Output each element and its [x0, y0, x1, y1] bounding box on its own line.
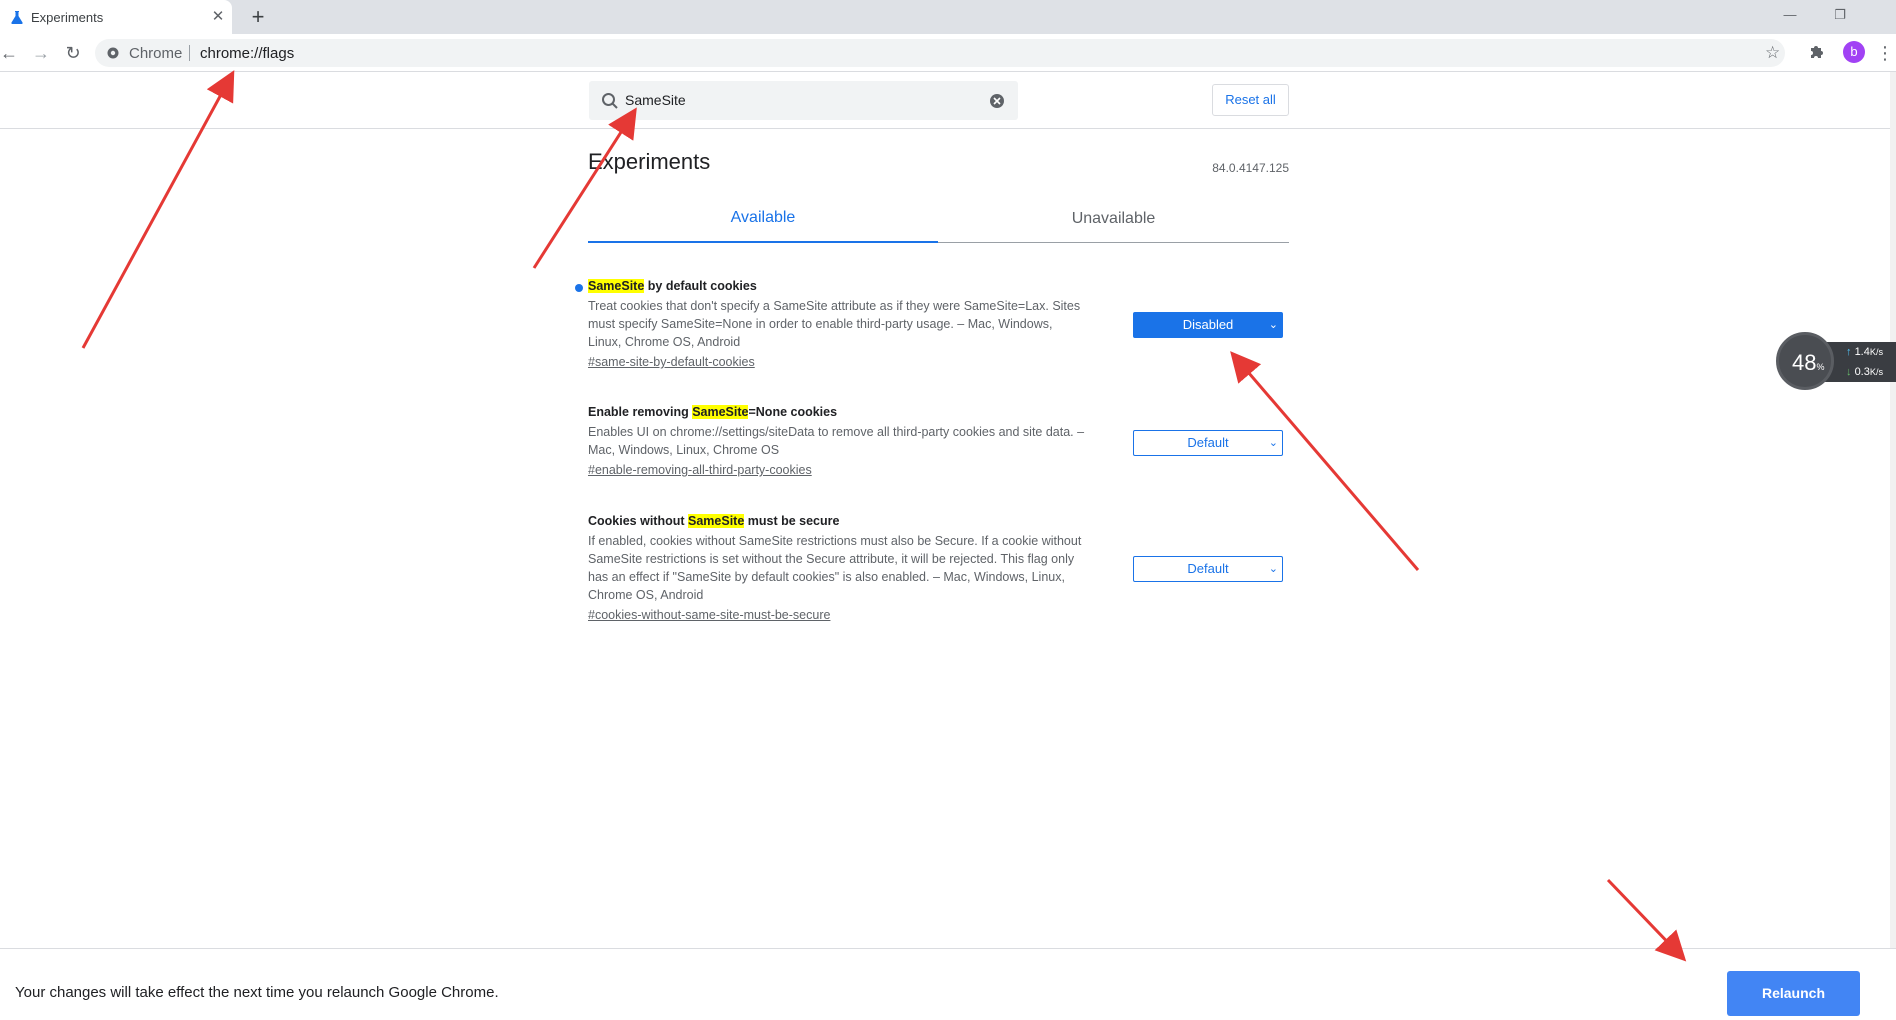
annotation-arrow-relaunch — [1606, 878, 1687, 962]
flag-description: Enables UI on chrome://settings/siteData… — [588, 425, 1085, 457]
chevron-down-icon: ⌄ — [1268, 563, 1278, 575]
download-speed: ↓ 0.3K/s — [1846, 366, 1883, 378]
search-value: SameSite — [625, 92, 686, 108]
scrollbar[interactable] — [1890, 72, 1896, 948]
modified-indicator — [575, 284, 583, 292]
extensions-puzzle-icon[interactable] — [1808, 43, 1826, 61]
flask-icon — [11, 11, 23, 24]
flag-title: Cookies without SameSite must be secure — [588, 513, 1088, 529]
kebab-menu-icon[interactable]: ⋮ — [1876, 41, 1894, 65]
flag-title-suffix: by default cookies — [644, 279, 757, 293]
upload-speed-unit: K/s — [1869, 347, 1884, 357]
annotation-arrow-search — [532, 107, 637, 269]
cpu-usage-circle: 48% — [1776, 332, 1834, 390]
flag-permalink[interactable]: #enable-removing-all-third-party-cookies — [588, 461, 1088, 479]
chevron-down-icon: ⌄ — [1268, 319, 1278, 331]
flag-select-cookies-without-same-site-must-be-secure[interactable]: Default ⌄ — [1133, 556, 1283, 582]
search-highlight: SameSite — [588, 279, 645, 293]
usage-percent-unit: % — [1816, 362, 1825, 372]
search-input[interactable]: SameSite — [589, 81, 1018, 120]
flag-permalink[interactable]: #same-site-by-default-cookies — [588, 353, 1088, 371]
tab-available[interactable]: Available — [588, 200, 938, 243]
flag-title-prefix: Cookies without — [588, 514, 688, 528]
reset-all-button[interactable]: Reset all — [1212, 84, 1289, 116]
tab-experiments[interactable]: Experiments ✕ — [0, 0, 232, 34]
download-speed-value: 0.3 — [1854, 366, 1870, 378]
omnibox-separator — [189, 45, 190, 61]
clear-search-icon[interactable] — [989, 93, 1005, 109]
flag-permalink[interactable]: #cookies-without-same-site-must-be-secur… — [588, 606, 1088, 624]
relaunch-message: Your changes will take effect the next t… — [15, 984, 499, 1001]
restore-icon[interactable]: ❐ — [1825, 4, 1855, 26]
flag-title-prefix: Enable removing — [588, 405, 693, 419]
flag-title-suffix: =None cookies — [748, 405, 838, 419]
flags-tabs: Available Unavailable — [588, 200, 1289, 243]
annotation-arrows — [81, 70, 1687, 962]
minimize-icon[interactable]: — — [1775, 4, 1805, 26]
select-value: Default — [1187, 435, 1229, 450]
annotation-arrow-select — [1230, 351, 1420, 571]
chrome-logo-icon — [107, 47, 119, 59]
flag-title: Enable removing SameSite=None cookies — [588, 404, 1088, 420]
upload-speed: ↑ 1.4K/s — [1846, 346, 1883, 358]
relaunch-button[interactable]: Relaunch — [1727, 971, 1860, 1016]
back-icon[interactable]: ← — [0, 41, 21, 65]
close-icon[interactable]: ✕ — [208, 7, 228, 27]
download-arrow-icon: ↓ — [1846, 366, 1852, 378]
search-highlight: SameSite — [688, 514, 745, 528]
new-tab-button[interactable]: + — [246, 5, 270, 29]
browser-toolbar: ← → ↻ Chrome chrome://flags ☆ b ⋮ — [0, 34, 1896, 72]
chrome-version: 84.0.4147.125 — [1212, 161, 1289, 175]
flag-same-site-by-default-cookies: SameSite by default cookies Treat cookie… — [588, 278, 1088, 371]
search-highlight: SameSite — [692, 405, 749, 419]
usage-percent-value: 48 — [1792, 350, 1817, 375]
forward-icon[interactable]: → — [29, 41, 53, 65]
usage-percent: 48% — [1792, 350, 1825, 376]
flag-cookies-without-same-site-must-be-secure: Cookies without SameSite must be secure … — [588, 513, 1088, 624]
network-speed-widget[interactable]: 48% ↑ 1.4K/s ↓ 0.3K/s — [1776, 332, 1896, 390]
profile-avatar[interactable]: b — [1843, 41, 1865, 63]
flags-header: SameSite Reset all — [0, 72, 1890, 129]
omnibox-chrome-label: Chrome — [129, 45, 183, 62]
flag-select-enable-removing-all-third-party-cookies[interactable]: Default ⌄ — [1133, 430, 1283, 456]
upload-speed-value: 1.4 — [1854, 346, 1870, 358]
page-title: Experiments — [588, 149, 711, 174]
flag-title: SameSite by default cookies — [588, 278, 1088, 294]
relaunch-bar: Your changes will take effect the next t… — [0, 948, 1896, 1020]
flag-enable-removing-all-third-party-cookies: Enable removing SameSite=None cookies En… — [588, 404, 1088, 479]
upload-arrow-icon: ↑ — [1846, 346, 1852, 358]
flag-title-suffix: must be secure — [744, 514, 840, 528]
search-icon — [602, 93, 618, 109]
flag-description: Treat cookies that don't specify a SameS… — [588, 299, 1081, 349]
select-value: Disabled — [1182, 317, 1234, 332]
browser-window: Experiments ✕ + — ❐ ← → ↻ Chrome chrome:… — [0, 0, 1896, 1020]
download-speed-unit: K/s — [1869, 367, 1884, 377]
omnibox[interactable]: Chrome chrome://flags — [95, 39, 1785, 67]
omnibox-url[interactable]: chrome://flags — [200, 45, 294, 62]
reload-icon[interactable]: ↻ — [61, 41, 85, 65]
tab-unavailable[interactable]: Unavailable — [938, 200, 1289, 243]
tab-strip: Experiments ✕ + — ❐ — [0, 0, 1896, 34]
select-value: Default — [1187, 561, 1229, 576]
chevron-down-icon: ⌄ — [1268, 437, 1278, 449]
flag-description: If enabled, cookies without SameSite res… — [588, 534, 1082, 602]
tab-title: Experiments — [31, 10, 104, 25]
flag-select-same-site-by-default-cookies[interactable]: Disabled ⌄ — [1133, 312, 1283, 338]
bookmark-star-icon[interactable]: ☆ — [1765, 41, 1780, 65]
